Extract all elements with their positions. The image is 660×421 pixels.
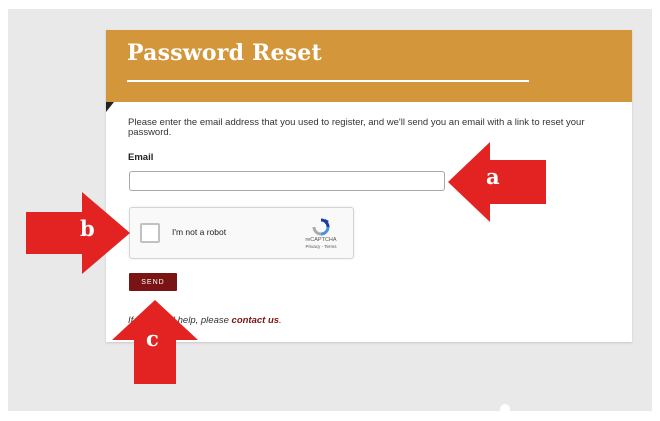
card-header: Password Reset xyxy=(106,30,632,102)
email-field[interactable] xyxy=(129,171,445,191)
annotation-label-c: c xyxy=(146,326,159,351)
recaptcha-checkbox[interactable] xyxy=(140,223,160,243)
password-reset-card: Password Reset Please enter the email ad… xyxy=(106,30,632,342)
title-underline xyxy=(127,80,529,82)
recaptcha-privacy-terms[interactable]: Privacy - Terms xyxy=(290,244,352,249)
page-title: Password Reset xyxy=(127,40,322,66)
carousel-dot xyxy=(500,404,510,414)
recaptcha-label: I'm not a robot xyxy=(172,227,227,237)
recaptcha-brand: reCAPTCHA xyxy=(305,237,337,243)
annotation-label-b: b xyxy=(80,216,95,241)
send-button[interactable]: SEND xyxy=(129,273,177,291)
instructions-text: Please enter the email address that you … xyxy=(128,117,585,138)
annotation-label-a: a xyxy=(486,164,500,189)
recaptcha-widget: I'm not a robot reCAPTCHA Privacy - Term… xyxy=(129,207,354,259)
email-label: Email xyxy=(128,152,154,163)
contact-us-link[interactable]: contact us xyxy=(232,315,280,326)
help-suffix: . xyxy=(279,315,282,326)
arrow-b-icon xyxy=(26,192,130,274)
header-notch xyxy=(106,102,114,112)
recaptcha-logo-icon xyxy=(312,218,330,236)
